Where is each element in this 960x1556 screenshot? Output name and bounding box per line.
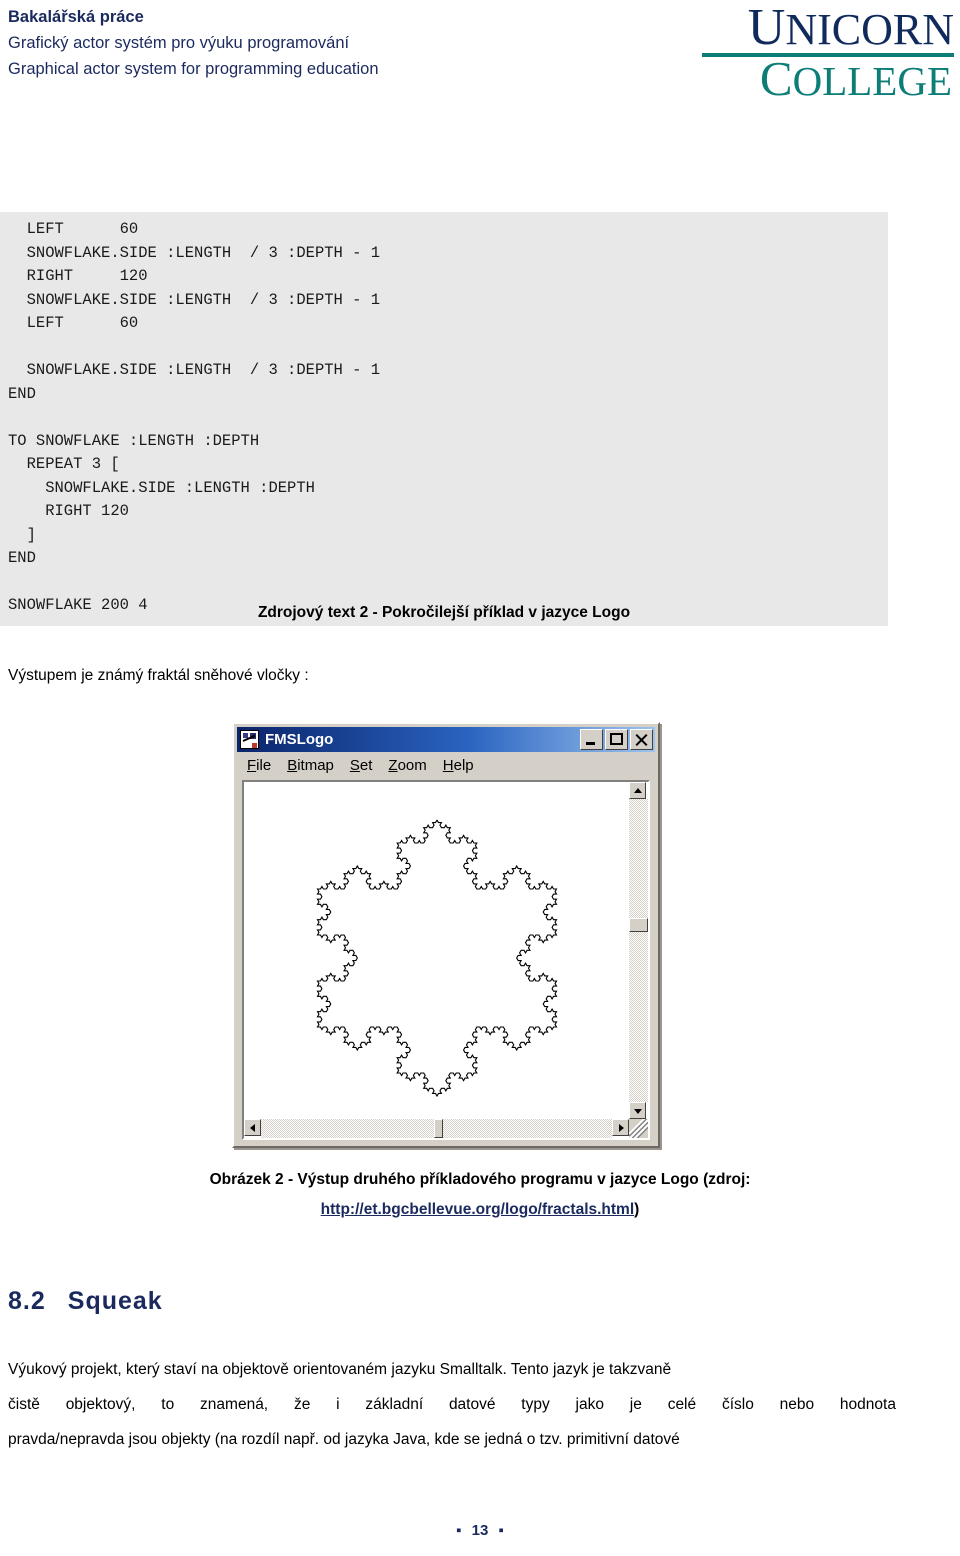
- body-paragraph: Výukový projekt, který staví na objektov…: [8, 1352, 896, 1457]
- code-line: SNOWFLAKE.SIDE :LENGTH / 3 :DEPTH - 1: [8, 361, 381, 379]
- code-line: REPEAT 3 [: [8, 455, 120, 473]
- code-line: SNOWFLAKE.SIDE :LENGTH / 3 :DEPTH - 1: [8, 243, 381, 262]
- paragraph-word: i: [336, 1396, 340, 1413]
- maximize-button[interactable]: [605, 729, 628, 750]
- paragraph-line-3: pravda/nepravda jsou objekty (na rozdíl …: [8, 1431, 680, 1448]
- scroll-right-icon[interactable]: [612, 1119, 629, 1136]
- paragraph-word: základní: [365, 1396, 424, 1413]
- menu-accel-zoom: Z: [388, 756, 398, 774]
- menu-item-help[interactable]: Help: [443, 757, 474, 774]
- hscroll-thumb[interactable]: [434, 1119, 443, 1138]
- paragraph-line-1: Výukový projekt, který staví na objektov…: [8, 1361, 672, 1378]
- logo-unicorn-rest: NICORN: [785, 5, 954, 54]
- paragraph-word: typy: [521, 1396, 550, 1413]
- paragraph-word: čistě: [8, 1396, 40, 1413]
- drawing-canvas-area: [242, 780, 650, 1140]
- menu-accel-help: H: [442, 756, 454, 774]
- paragraph-word: objektový,: [65, 1396, 136, 1413]
- scroll-up-icon[interactable]: [629, 782, 646, 799]
- figure-caption-closing: ): [634, 1201, 640, 1218]
- figure-caption-line2: http://et.bgcbellevue.org/logo/fractals.…: [0, 1195, 960, 1225]
- section-heading: 8.2 Squeak: [8, 1287, 163, 1316]
- footer-bullet-left: ▪: [456, 1522, 462, 1539]
- horizontal-scrollbar[interactable]: [244, 1119, 629, 1138]
- paragraph-word: že: [293, 1396, 311, 1413]
- thesis-title-en: Graphical actor system for programming e…: [8, 60, 379, 78]
- menu-accel-set: S: [349, 756, 360, 774]
- section-number: 8.2: [8, 1287, 46, 1315]
- menu-rest-file: ile: [256, 756, 272, 774]
- paragraph-word: to: [161, 1396, 175, 1413]
- thesis-type-label: Bakalářská práce: [8, 8, 144, 26]
- window-title: FMSLogo: [265, 731, 334, 748]
- code-line: RIGHT 120: [8, 267, 148, 285]
- code-line: TO SNOWFLAKE :LENGTH :DEPTH: [8, 431, 260, 450]
- vscroll-track[interactable]: [629, 799, 648, 1102]
- logo-word-college: COLLEGE: [664, 54, 954, 104]
- window-titlebar[interactable]: FMSLogo: [237, 727, 655, 752]
- window-menubar[interactable]: File Bitmap Set Zoom Help: [237, 754, 655, 776]
- menu-rest-set: et: [359, 756, 373, 774]
- paragraph-word: hodnota: [839, 1396, 896, 1413]
- close-button[interactable]: [630, 729, 653, 750]
- menu-accel-file: F: [247, 756, 257, 774]
- menu-rest-zoom: oom: [397, 756, 427, 774]
- menu-rest-help: elp: [453, 756, 474, 774]
- logo-unicorn-cap: U: [747, 0, 786, 56]
- code-line: END: [8, 384, 36, 403]
- header-title-block: Bakalářská práce Grafický actor systém p…: [8, 4, 379, 82]
- menu-item-bitmap[interactable]: Bitmap: [287, 757, 334, 774]
- paragraph-word: celé: [667, 1396, 697, 1413]
- logo-word-unicorn: UNICORN: [664, 2, 954, 54]
- menu-accel-bitmap: B: [287, 756, 298, 774]
- minimize-button[interactable]: [580, 729, 603, 750]
- koch-snowflake-svg: [316, 819, 558, 1098]
- thesis-title-cs: Grafický actor systém pro výuku programo…: [8, 34, 350, 52]
- figure-source-link[interactable]: http://et.bgcbellevue.org/logo/fractals.…: [321, 1201, 634, 1218]
- scroll-left-icon[interactable]: [244, 1119, 261, 1136]
- paragraph-word: znamená,: [200, 1396, 269, 1413]
- page-footer: ▪ 13 ▪: [0, 1522, 960, 1539]
- fmslogo-application-window[interactable]: FMSLogo File Bitmap Set Zoom Help: [232, 722, 660, 1148]
- code-line: LEFT 60: [8, 314, 139, 332]
- code-line: END: [8, 549, 36, 567]
- code-line: SNOWFLAKE.SIDE :LENGTH :DEPTH: [8, 478, 315, 497]
- code-line: RIGHT 120: [8, 502, 129, 520]
- paragraph-line-2: čistě objektový, to znamená, že i základní dato…: [8, 1387, 896, 1422]
- paragraph-word: číslo: [721, 1396, 754, 1413]
- paragraph-word: nebo: [779, 1396, 815, 1413]
- footer-bullet-right: ▪: [498, 1522, 504, 1539]
- code-line: ]: [8, 525, 36, 544]
- unicorn-college-logo: UNICORN COLLEGE: [664, 2, 954, 103]
- code-line: LEFT 60: [8, 220, 139, 238]
- menu-item-set[interactable]: Set: [350, 757, 373, 774]
- logo-source-code-block: LEFT 60 SNOWFLAKE.SIDE :LENGTH / 3 :DEPT…: [0, 212, 888, 626]
- code-line: SNOWFLAKE.SIDE :LENGTH / 3 :DEPTH - 1: [8, 290, 381, 309]
- logo-college-rest: OLLEGE: [792, 58, 952, 104]
- figure-caption-line1: Obrázek 2 - Výstup druhého příkladového …: [209, 1171, 751, 1188]
- intro-paragraph: Výstupem je známý fraktál sněhové vločky…: [8, 667, 309, 684]
- vertical-scrollbar[interactable]: [629, 782, 648, 1119]
- koch-snowflake-drawing: [244, 782, 629, 1119]
- scroll-down-icon[interactable]: [629, 1102, 646, 1119]
- document-header: Bakalářská práce Grafický actor systém p…: [0, 0, 960, 112]
- section-title: Squeak: [67, 1287, 163, 1315]
- paragraph-word: datové: [448, 1396, 496, 1413]
- paragraph-word: je: [629, 1396, 642, 1413]
- menu-rest-bitmap: itmap: [297, 756, 334, 774]
- footer-page-number: 13: [471, 1522, 489, 1539]
- menu-item-zoom[interactable]: Zoom: [388, 757, 426, 774]
- vscroll-thumb[interactable]: [629, 918, 648, 932]
- paragraph-word: jako: [575, 1396, 604, 1413]
- resize-grip-icon[interactable]: [629, 1119, 648, 1138]
- menu-item-file[interactable]: File: [247, 757, 271, 774]
- fmslogo-app-icon: [240, 730, 259, 749]
- source-code-caption: Zdrojový text 2 - Pokročilejší příklad v…: [257, 604, 631, 621]
- figure-caption: Obrázek 2 - Výstup druhého příkladového …: [0, 1165, 960, 1225]
- logo-college-cap: C: [759, 51, 793, 106]
